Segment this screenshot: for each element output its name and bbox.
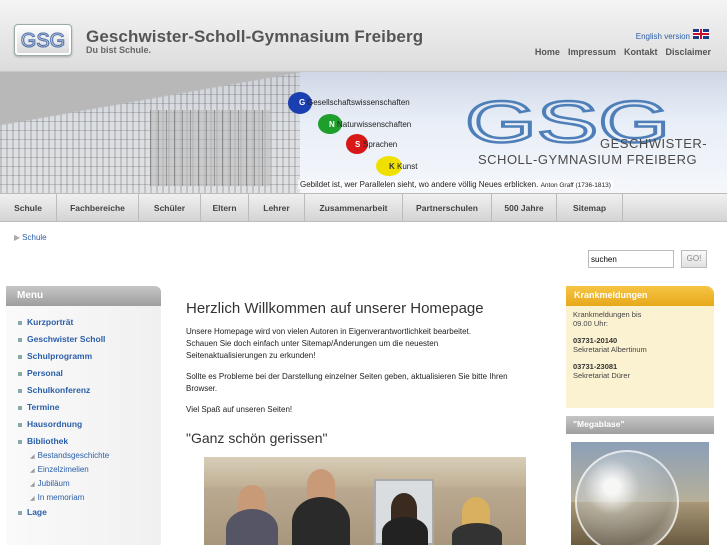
subject-sprachen: Sprachen — [363, 140, 398, 149]
breadcrumb-schule[interactable]: Schule — [22, 233, 46, 242]
phone-albertinum: 03731-20140 — [573, 336, 618, 345]
banner-logo-line1: GESCHWISTER- — [600, 136, 708, 151]
bubble-image — [575, 450, 679, 545]
uk-flag-icon[interactable] — [693, 29, 709, 39]
kontakt-link[interactable]: Kontakt — [624, 47, 658, 57]
nav-sitemap[interactable]: Sitemap — [557, 194, 623, 222]
greeting-paragraph: Viel Spaß auf unseren Seiten! — [186, 405, 293, 414]
subject-letter-s: S — [355, 140, 361, 149]
menu-item-lage[interactable]: Lage — [18, 507, 47, 517]
english-version-link[interactable]: English version — [636, 32, 690, 41]
menu-item-personal[interactable]: Personal — [18, 368, 63, 378]
bullet-icon — [18, 320, 22, 325]
bullet-icon — [18, 405, 22, 410]
bullet-icon — [18, 388, 22, 393]
menu-item-schulprogramm[interactable]: Schulprogramm — [18, 351, 92, 361]
gsg-logo-icon: GSG — [20, 29, 66, 52]
nav-partnerschulen[interactable]: Partnerschulen — [403, 194, 492, 222]
sub-arrow-icon: ◢ — [30, 468, 35, 474]
quote-author: Anton Graff (1736-1813) — [540, 182, 611, 189]
menu-item-geschwister-scholl[interactable]: Geschwister Scholl — [18, 334, 105, 344]
subject-gesellschaft: Gesellschaftswissenschaften — [307, 98, 410, 107]
site-subtitle: Du bist Schule. — [86, 45, 152, 55]
home-link[interactable]: Home — [535, 47, 560, 57]
subject-kunst: Kunst — [397, 162, 418, 171]
menu-item-kurzportraet[interactable]: Kurzporträt — [18, 317, 73, 327]
intro-paragraph: Unsere Homepage wird von vielen Autoren … — [186, 327, 472, 360]
banner-quote: Gebildet ist, wer Parallelen sieht, wo a… — [298, 180, 613, 189]
main-nav: Schule Fachbereiche Schüler Eltern Lehre… — [0, 194, 727, 222]
news-title: "Ganz schön gerissen" — [186, 430, 328, 446]
phone-duerer: 03731-23081 — [573, 362, 618, 371]
bullet-icon — [18, 371, 22, 376]
menu-item-schulkonferenz[interactable]: Schulkonferenz — [18, 385, 90, 395]
top-links: Home Impressum Kontakt Disclaimer — [535, 47, 711, 57]
nav-fachbereiche[interactable]: Fachbereiche — [57, 194, 139, 222]
menu-title: Menu — [6, 286, 161, 306]
search-input[interactable] — [588, 250, 674, 268]
breadcrumb: ▶ Schule — [14, 233, 47, 242]
subject-letter-g: G — [299, 98, 306, 107]
breadcrumb-arrow-icon: ▶ — [14, 233, 21, 242]
page-title: Herzlich Willkommen auf unserer Homepage — [186, 300, 484, 317]
place-duerer: Sekretariat Dürer — [573, 371, 631, 380]
nav-schule[interactable]: Schule — [0, 194, 57, 222]
sub-arrow-icon: ◢ — [30, 496, 35, 502]
disclaimer-link[interactable]: Disclaimer — [665, 47, 711, 57]
menu-item-termine[interactable]: Termine — [18, 402, 59, 412]
submenu-bestandsgeschichte[interactable]: ◢ Bestandsgeschichte — [30, 451, 109, 460]
megablase-photo[interactable] — [571, 442, 709, 545]
submenu-in-memoriam[interactable]: ◢ In memoriam — [30, 493, 84, 502]
nav-schueler[interactable]: Schüler — [139, 194, 201, 222]
search-go-button[interactable]: GO! — [681, 250, 707, 268]
quote-text: Gebildet ist, wer Parallelen sieht, wo a… — [300, 180, 539, 189]
menu-item-bibliothek[interactable]: Bibliothek — [18, 436, 68, 446]
submenu-jubilaeum[interactable]: ◢ Jubiläum — [30, 479, 70, 488]
impressum-link[interactable]: Impressum — [568, 47, 616, 57]
sub-arrow-icon: ◢ — [30, 454, 35, 460]
site-title: Geschwister-Scholl-Gymnasium Freiberg — [86, 27, 424, 46]
svg-text:GSG: GSG — [21, 30, 65, 52]
site-header: GSG Geschwister-Scholl-Gymnasium Freiber… — [0, 0, 727, 72]
news-photo[interactable] — [204, 457, 526, 545]
banner-logo-line2: SCHOLL-GYMNASIUM FREIBERG — [478, 152, 698, 167]
bullet-icon — [18, 422, 22, 427]
subject-natur: Naturwissenschaften — [337, 120, 412, 129]
nav-zusammenarbeit[interactable]: Zusammenarbeit — [305, 194, 403, 222]
nav-lehrer[interactable]: Lehrer — [249, 194, 305, 222]
krankmeldungen-box: Krankmeldungen bis 09.00 Uhr: 03731-2014… — [566, 306, 714, 408]
bullet-icon — [18, 439, 22, 444]
place-albertinum: Sekretariat Albertinum — [573, 345, 647, 354]
bullet-icon — [18, 354, 22, 359]
sidebar-menu: Kurzporträt Geschwister Scholl Schulprog… — [6, 306, 161, 545]
submenu-einzelzimelien[interactable]: ◢ Einzelzimelien — [30, 465, 89, 474]
browser-paragraph: Sollte es Probleme bei der Darstellung e… — [186, 372, 508, 393]
sub-arrow-icon: ◢ — [30, 482, 35, 488]
site-logo[interactable]: GSG — [14, 24, 72, 56]
subject-letter-k: K — [389, 162, 395, 171]
megablase-title: "Megablase" — [566, 416, 714, 434]
menu-item-hausordnung[interactable]: Hausordnung — [18, 419, 82, 429]
bullet-icon — [18, 510, 22, 515]
subject-letter-n: N — [329, 120, 335, 129]
bullet-icon — [18, 337, 22, 342]
nav-500-jahre[interactable]: 500 Jahre — [492, 194, 557, 222]
banner: G Gesellschaftswissenschaften N Naturwis… — [0, 72, 727, 194]
nav-eltern[interactable]: Eltern — [201, 194, 249, 222]
krankmeldungen-title: Krankmeldungen — [566, 286, 714, 306]
